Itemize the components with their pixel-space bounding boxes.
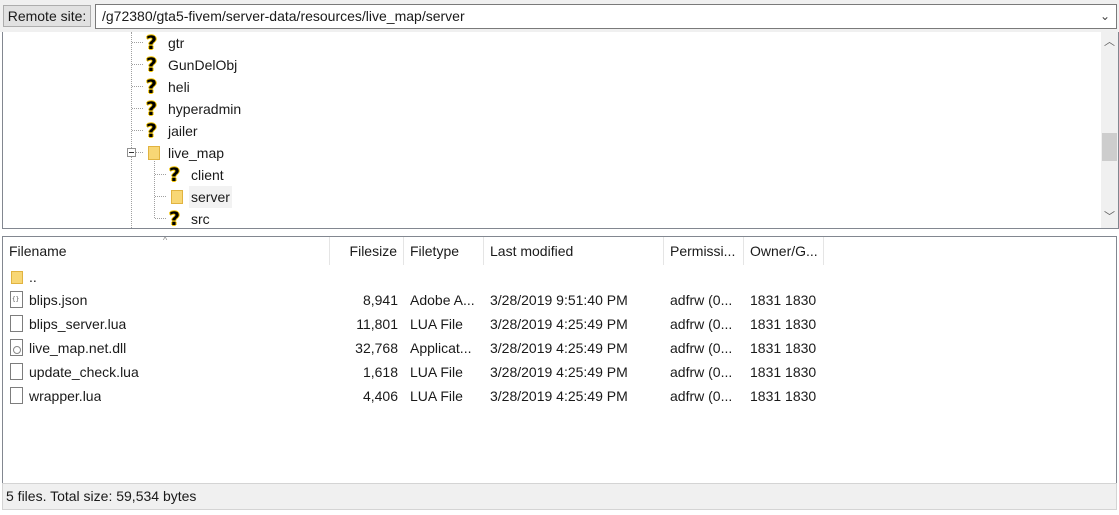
file-last-modified: 3/28/2019 4:25:49 PM (490, 388, 628, 404)
file-owner-group: 1831 1830 (750, 292, 817, 308)
tree-line (155, 196, 166, 197)
tree-item-label: heli (168, 79, 190, 95)
tree-item-label: gtr (168, 35, 185, 51)
file-last-modified: 3/28/2019 9:51:40 PM (490, 292, 628, 308)
file-permissions: adfrw (0... (670, 340, 733, 356)
file-last-modified: 3/28/2019 4:25:49 PM (490, 340, 628, 356)
unknown-folder-icon: ? (146, 76, 158, 98)
file-icon (10, 363, 23, 380)
file-size: 8,941 (362, 292, 398, 308)
dll-file-icon (10, 339, 23, 356)
remote-file-list: ^ Filename Filesize Filetype Last modifi… (2, 236, 1117, 483)
tree-item-label: GunDelObj (168, 57, 238, 73)
file-size: 32,768 (355, 340, 398, 356)
table-row[interactable]: live_map.net.dll 32,768 Applicat... 3/28… (3, 336, 1116, 360)
remote-path-value[interactable]: /g72380/gta5-fivem/server-data/resources… (102, 8, 465, 24)
file-owner-group: 1831 1830 (750, 388, 817, 404)
file-name: .. (29, 269, 37, 285)
file-size: 4,406 (362, 388, 398, 404)
tree-item-label: client (191, 167, 224, 183)
file-name: blips.json (29, 292, 88, 308)
tree-item-label: live_map (168, 145, 225, 161)
scroll-down-icon[interactable]: ﹀ (1101, 209, 1118, 226)
tree-line (132, 130, 143, 131)
file-size: 11,801 (356, 316, 398, 332)
remote-directory-tree: ? gtr ? GunDelObj ? heli ? hyperadmin ? … (2, 32, 1119, 229)
tree-line (132, 86, 143, 87)
folder-icon (11, 271, 23, 284)
tree-item-label: hyperadmin (168, 101, 242, 117)
table-row[interactable]: update_check.lua 1,618 LUA File 3/28/201… (3, 360, 1116, 384)
table-row[interactable]: wrapper.lua 4,406 LUA File 3/28/2019 4:2… (3, 384, 1116, 408)
column-header-permissions[interactable]: Permissi... (664, 237, 744, 265)
tree-line (136, 152, 143, 153)
tree-line (132, 108, 143, 109)
file-size: 1,618 (362, 364, 398, 380)
file-last-modified: 3/28/2019 4:25:49 PM (490, 316, 628, 332)
tree-item-label: server (189, 186, 232, 208)
file-owner-group: 1831 1830 (750, 340, 817, 356)
column-header-filetype[interactable]: Filetype (404, 237, 484, 265)
file-type: Applicat... (410, 340, 472, 356)
file-icon (10, 315, 23, 332)
unknown-folder-icon: ? (146, 98, 158, 120)
file-type: LUA File (410, 316, 463, 332)
unknown-folder-icon: ? (169, 164, 181, 186)
tree-vertical-scrollbar[interactable]: ︿ ﹀ (1101, 32, 1118, 228)
file-type: LUA File (410, 364, 463, 380)
chevron-down-icon[interactable]: ⌄ (1100, 5, 1110, 28)
json-file-icon (10, 291, 23, 308)
scrollbar-thumb[interactable] (1102, 133, 1117, 161)
file-name: wrapper.lua (29, 388, 102, 404)
tree-item-label: jailer (168, 123, 198, 139)
file-permissions: adfrw (0... (670, 364, 733, 380)
tree-line (155, 174, 166, 175)
file-name: update_check.lua (29, 364, 139, 380)
file-permissions: adfrw (0... (670, 316, 733, 332)
file-type: LUA File (410, 388, 463, 404)
folder-icon (148, 146, 160, 160)
status-bar: 5 files. Total size: 59,534 bytes (2, 483, 1117, 510)
file-owner-group: 1831 1830 (750, 316, 817, 332)
list-item-parent-directory[interactable]: .. (3, 265, 1116, 289)
table-row[interactable]: blips.json 8,941 Adobe A... 3/28/2019 9:… (3, 288, 1116, 312)
column-header-last-modified[interactable]: Last modified (484, 237, 664, 265)
table-row[interactable]: blips_server.lua 11,801 LUA File 3/28/20… (3, 312, 1116, 336)
remote-site-label: Remote site: (3, 5, 91, 27)
file-owner-group: 1831 1830 (750, 364, 817, 380)
file-name: live_map.net.dll (29, 340, 127, 356)
file-permissions: adfrw (0... (670, 292, 733, 308)
file-icon (10, 387, 23, 404)
unknown-folder-icon: ? (169, 208, 181, 229)
file-type: Adobe A... (410, 292, 475, 308)
remote-path-combobox[interactable]: /g72380/gta5-fivem/server-data/resources… (95, 4, 1117, 29)
file-list-header: ^ Filename Filesize Filetype Last modifi… (3, 237, 1116, 265)
tree-line (132, 64, 143, 65)
column-header-filesize[interactable]: Filesize (330, 237, 404, 265)
folder-icon (171, 190, 183, 204)
remote-site-bar: Remote site: /g72380/gta5-fivem/server-d… (0, 0, 1119, 32)
tree-line (154, 158, 155, 218)
tree-line (132, 42, 143, 43)
tree-line (155, 218, 166, 219)
column-header-owner-group[interactable]: Owner/G... (744, 237, 824, 265)
file-name: blips_server.lua (29, 316, 127, 332)
unknown-folder-icon: ? (146, 120, 158, 142)
file-last-modified: 3/28/2019 4:25:49 PM (490, 364, 628, 380)
file-permissions: adfrw (0... (670, 388, 733, 404)
collapse-icon[interactable] (127, 148, 136, 157)
unknown-folder-icon: ? (146, 32, 158, 54)
column-header-filename[interactable]: Filename (3, 237, 330, 265)
scroll-up-icon[interactable]: ︿ (1101, 34, 1118, 51)
unknown-folder-icon: ? (146, 54, 158, 76)
tree-item-label: src (191, 211, 210, 227)
